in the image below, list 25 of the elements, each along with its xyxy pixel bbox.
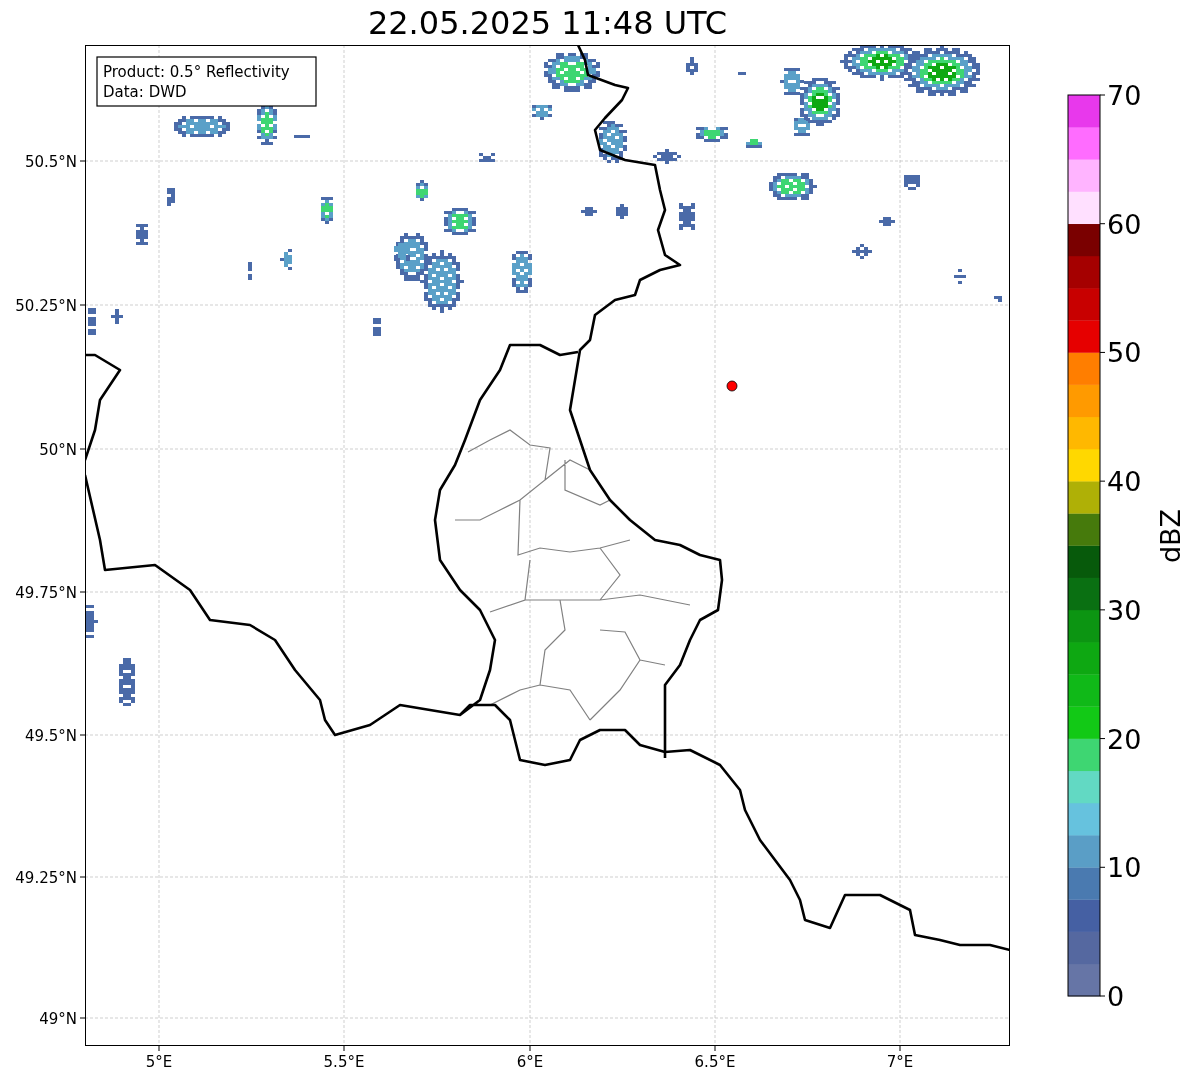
annotation-text: Data: DWD xyxy=(103,83,187,101)
colorbar-tick-label: 50 xyxy=(1107,337,1142,369)
annotation-text: Product: 0.5° Reflectivity xyxy=(103,63,290,81)
radar-site-marker xyxy=(726,380,738,392)
latitude-label: 49°N xyxy=(39,1010,77,1028)
longitude-label: 6°E xyxy=(516,1053,544,1071)
longitude-label: 6.5°E xyxy=(694,1053,736,1071)
colorbar-label: dBZ xyxy=(1155,508,1186,564)
latitude-label: 49.5°N xyxy=(24,727,77,745)
longitude-label: 5.5°E xyxy=(323,1053,365,1071)
longitude-label: 7°E xyxy=(886,1053,914,1071)
latitude-label: 49.75°N xyxy=(15,584,77,602)
colorbar-tick-label: 70 xyxy=(1107,80,1142,111)
colorbar-tick-label: 20 xyxy=(1107,723,1142,755)
latitude-label: 50°N xyxy=(39,441,77,459)
longitude-label: 5°E xyxy=(145,1053,173,1071)
colorbar-tick-label: 40 xyxy=(1107,466,1142,498)
colorbar-tick-label: 0 xyxy=(1107,981,1125,1012)
latitude-label: 50.25°N xyxy=(15,297,77,315)
latitude-label: 49.25°N xyxy=(15,869,77,887)
colorbar-tick-label: 10 xyxy=(1107,852,1142,884)
chart-title: 22.05.2025 11:48 UTC xyxy=(367,6,728,39)
colorbar-tick-label: 60 xyxy=(1107,208,1142,240)
colorbar-tick-label: 30 xyxy=(1107,594,1142,626)
latitude-label: 50.5°N xyxy=(24,153,77,171)
